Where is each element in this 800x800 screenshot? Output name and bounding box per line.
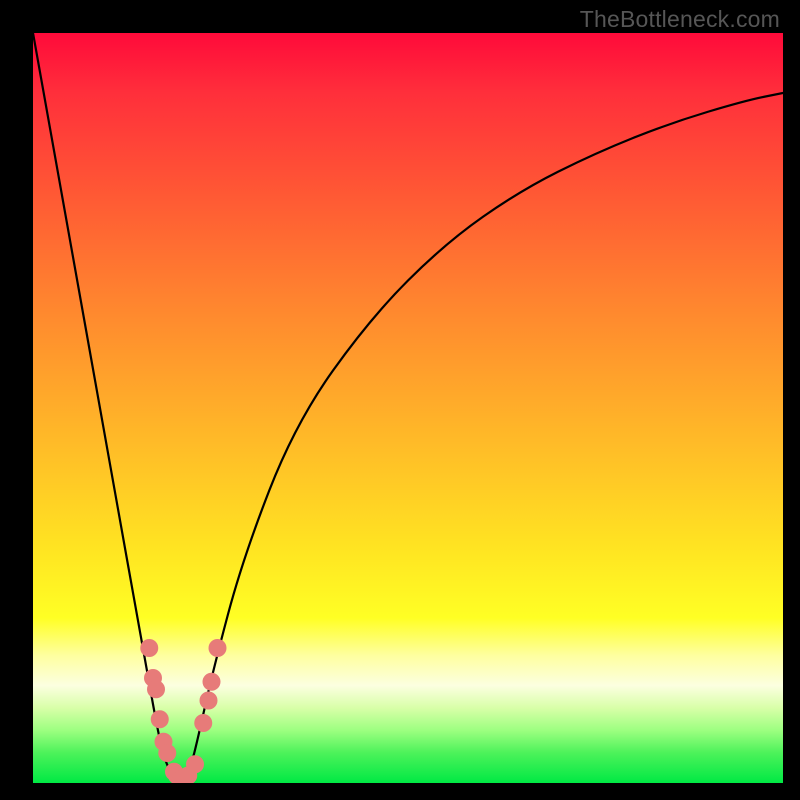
marker-dot [186,755,204,773]
marker-dot [200,692,218,710]
marker-dot [203,673,221,691]
marker-dot [140,639,158,657]
marker-dot [209,639,227,657]
marker-dot [158,744,176,762]
marker-dot [151,710,169,728]
chart-svg [33,33,783,783]
marker-dot [194,714,212,732]
watermark: TheBottleneck.com [580,6,780,33]
marker-dot [147,680,165,698]
bottleneck-curve [33,33,783,783]
chart-frame: TheBottleneck.com [0,0,800,800]
plot-area [33,33,783,783]
